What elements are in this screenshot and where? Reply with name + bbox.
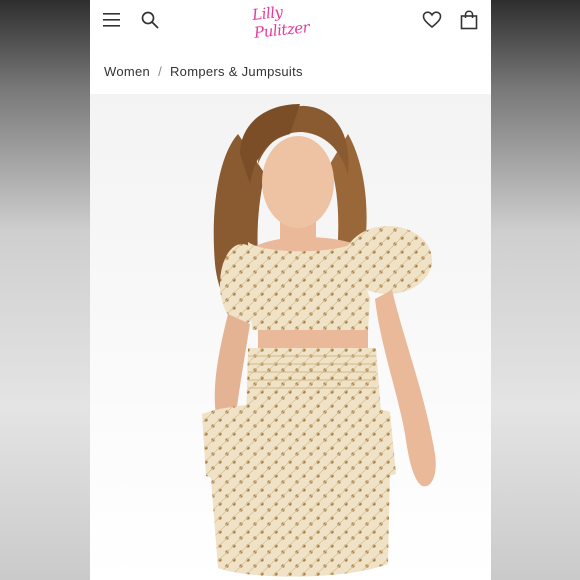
menu-icon[interactable] (100, 8, 124, 32)
product-image[interactable] (90, 94, 491, 580)
model-photo (202, 104, 436, 577)
breadcrumb-item-rompers-jumpsuits[interactable]: Rompers & Jumpsuits (170, 64, 303, 79)
site-header: Lilly Pulitzer (90, 0, 491, 42)
product-page: Lilly Pulitzer Women / Rompers & Jumpsui… (90, 0, 491, 580)
breadcrumb-separator: / (158, 63, 162, 79)
brand-logo[interactable]: Lilly Pulitzer (251, 0, 331, 42)
search-icon[interactable] (138, 8, 162, 32)
shopping-bag-icon[interactable] (457, 8, 481, 32)
heart-icon[interactable] (420, 8, 444, 32)
brand-logo-text: Lilly Pulitzer (251, 2, 311, 42)
breadcrumb-item-women[interactable]: Women (104, 64, 150, 79)
background-left (0, 0, 90, 580)
breadcrumb: Women / Rompers & Jumpsuits (104, 62, 303, 80)
background-right (491, 0, 580, 580)
